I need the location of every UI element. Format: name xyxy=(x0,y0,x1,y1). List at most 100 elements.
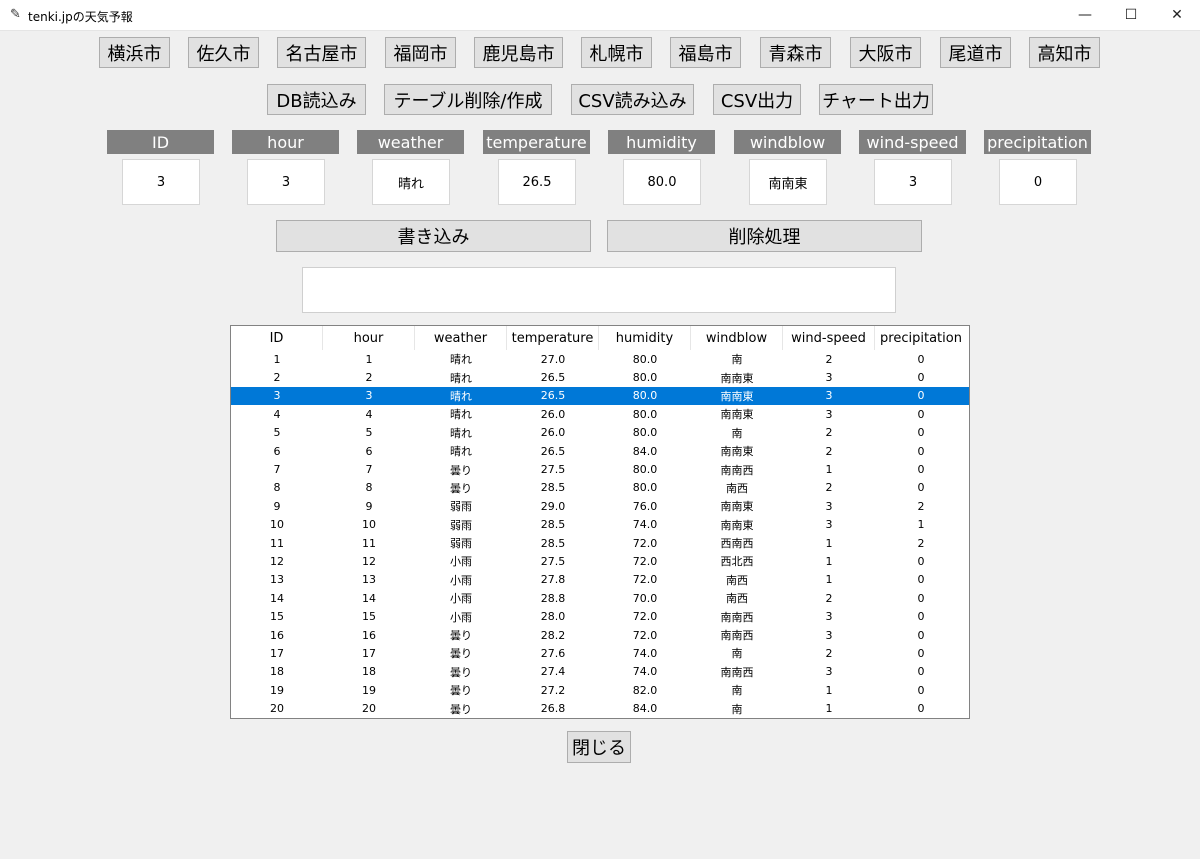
city-button-kagoshima[interactable]: 鹿児島市 xyxy=(474,37,563,68)
table-row[interactable]: 10 10 弱雨 28.5 74.0 南南東 3 1 xyxy=(231,516,969,534)
weather-table[interactable]: ID hour weather temperature humidity windblow… xyxy=(230,325,970,719)
table-cell: 0 xyxy=(917,444,925,458)
table-row[interactable]: 15 15 小雨 28.0 72.0 南南西 3 0 xyxy=(231,607,969,625)
table-cell: 15 xyxy=(362,610,376,624)
table-row[interactable]: 4 4 晴れ 26.0 80.0 南南東 3 0 xyxy=(231,405,969,423)
column-header-precipitation[interactable]: precipitation xyxy=(875,326,967,350)
table-cell: 晴れ xyxy=(450,371,472,385)
table-cell: 72.0 xyxy=(632,628,658,642)
column-header-temperature[interactable]: temperature xyxy=(507,326,599,350)
table-cell: 弱雨 xyxy=(450,500,472,514)
city-button-aomori[interactable]: 青森市 xyxy=(760,37,831,68)
table-cell: 南西 xyxy=(726,573,748,587)
message-box[interactable] xyxy=(302,267,896,313)
humidity-field[interactable]: 80.0 xyxy=(623,159,701,205)
table-cell: 72.0 xyxy=(632,536,658,550)
table-cell: 曇り xyxy=(450,684,472,698)
table-row[interactable]: 19 19 曇り 27.2 82.0 南 1 0 xyxy=(231,681,969,699)
table-cell: 11 xyxy=(270,536,284,550)
table-cell: 0 xyxy=(917,352,925,366)
table-row[interactable]: 3 3 晴れ 26.5 80.0 南南東 3 0 xyxy=(231,386,969,406)
label-wind-speed: wind-speed xyxy=(859,130,966,154)
table-cell: 27.8 xyxy=(540,573,566,587)
id-field[interactable]: 3 xyxy=(122,159,200,205)
table-row[interactable]: 7 7 曇り 27.5 80.0 南南西 1 0 xyxy=(231,460,969,478)
windblow-field[interactable]: 南南東 xyxy=(749,159,827,205)
table-cell: 28.0 xyxy=(540,610,566,624)
table-row[interactable]: 2 2 晴れ 26.5 80.0 南南東 3 0 xyxy=(231,368,969,386)
table-cell: 28.5 xyxy=(540,536,566,550)
table-cell: 0 xyxy=(917,646,925,660)
city-button-kochi[interactable]: 高知市 xyxy=(1029,37,1100,68)
table-row[interactable]: 16 16 曇り 28.2 72.0 南南西 3 0 xyxy=(231,626,969,644)
temperature-field[interactable]: 26.5 xyxy=(498,159,576,205)
write-button[interactable]: 書き込み xyxy=(276,220,591,252)
column-header-wind-speed[interactable]: wind-speed xyxy=(783,326,875,350)
column-header-humidity[interactable]: humidity xyxy=(599,326,691,350)
city-button-yokohama[interactable]: 横浜市 xyxy=(99,37,170,68)
column-header-id[interactable]: ID xyxy=(231,326,323,350)
chart-export-button[interactable]: チャート出力 xyxy=(819,84,933,115)
table-cell: 小雨 xyxy=(450,610,472,624)
city-button-nagoya[interactable]: 名古屋市 xyxy=(277,37,366,68)
table-cell: 晴れ xyxy=(450,445,472,459)
table-row[interactable]: 5 5 晴れ 26.0 80.0 南 2 0 xyxy=(231,424,969,442)
city-button-fukuoka[interactable]: 福岡市 xyxy=(385,37,456,68)
table-cell: 70.0 xyxy=(632,591,658,605)
hour-field[interactable]: 3 xyxy=(247,159,325,205)
table-row[interactable]: 6 6 晴れ 26.5 84.0 南南東 2 0 xyxy=(231,442,969,460)
column-header-weather[interactable]: weather xyxy=(415,326,507,350)
table-cell: 4 xyxy=(273,407,281,421)
table-cell: 26.5 xyxy=(540,371,566,385)
table-row[interactable]: 1 1 晴れ 27.0 80.0 南 2 0 xyxy=(231,350,969,368)
table-cell: 1 xyxy=(825,536,833,550)
table-cell: 3 xyxy=(825,665,833,679)
close-window-button[interactable]: ✕ xyxy=(1154,0,1200,30)
table-row[interactable]: 20 20 曇り 26.8 84.0 南 1 0 xyxy=(231,699,969,717)
table-row[interactable]: 9 9 弱雨 29.0 76.0 南南東 3 2 xyxy=(231,497,969,515)
table-cell: 27.2 xyxy=(540,683,566,697)
city-button-sapporo[interactable]: 札幌市 xyxy=(581,37,652,68)
table-cell: 南 xyxy=(731,684,743,698)
table-cell: 9 xyxy=(273,499,281,513)
table-cell: 80.0 xyxy=(632,389,658,403)
table-cell: 20 xyxy=(362,702,376,716)
table-cell: 76.0 xyxy=(632,499,658,513)
table-cell: 0 xyxy=(917,591,925,605)
db-load-button[interactable]: DB読込み xyxy=(267,84,366,115)
city-button-saku[interactable]: 佐久市 xyxy=(188,37,259,68)
table-row[interactable]: 14 14 小雨 28.8 70.0 南西 2 0 xyxy=(231,589,969,607)
table-cell: 3 xyxy=(825,628,833,642)
maximize-button[interactable]: ☐ xyxy=(1108,0,1154,30)
table-cell: 27.6 xyxy=(540,646,566,660)
city-button-osaka[interactable]: 大阪市 xyxy=(850,37,921,68)
table-row[interactable]: 8 8 曇り 28.5 80.0 南西 2 0 xyxy=(231,479,969,497)
label-humidity: humidity xyxy=(608,130,715,154)
table-cell: 南 xyxy=(731,353,743,367)
table-row[interactable]: 13 13 小雨 27.8 72.0 南西 1 0 xyxy=(231,571,969,589)
table-row[interactable]: 12 12 小雨 27.5 72.0 西北西 1 0 xyxy=(231,552,969,570)
city-button-fukushima[interactable]: 福島市 xyxy=(670,37,741,68)
precipitation-field[interactable]: 0 xyxy=(999,159,1077,205)
table-cell: 小雨 xyxy=(450,573,472,587)
city-button-onomichi[interactable]: 尾道市 xyxy=(940,37,1011,68)
table-reset-button[interactable]: テーブル削除/作成 xyxy=(384,84,552,115)
table-cell: 2 xyxy=(825,352,833,366)
table-cell: 0 xyxy=(917,702,925,716)
csv-export-button[interactable]: CSV出力 xyxy=(713,84,801,115)
csv-import-button[interactable]: CSV読み込み xyxy=(571,84,694,115)
delete-button[interactable]: 削除処理 xyxy=(607,220,922,252)
table-row[interactable]: 18 18 曇り 27.4 74.0 南南西 3 0 xyxy=(231,663,969,681)
table-cell: 1 xyxy=(825,463,833,477)
close-button[interactable]: 閉じる xyxy=(567,731,631,763)
table-cell: 74.0 xyxy=(632,646,658,660)
weather-field[interactable]: 晴れ xyxy=(372,159,450,205)
table-cell: 南南東 xyxy=(720,408,754,422)
table-row[interactable]: 11 11 弱雨 28.5 72.0 西南西 1 2 xyxy=(231,534,969,552)
minimize-button[interactable]: — xyxy=(1062,0,1108,30)
column-header-windblow[interactable]: windblow xyxy=(691,326,783,350)
table-row[interactable]: 17 17 曇り 27.6 74.0 南 2 0 xyxy=(231,644,969,662)
column-header-hour[interactable]: hour xyxy=(323,326,415,350)
table-cell: 72.0 xyxy=(632,554,658,568)
wind-speed-field[interactable]: 3 xyxy=(874,159,952,205)
